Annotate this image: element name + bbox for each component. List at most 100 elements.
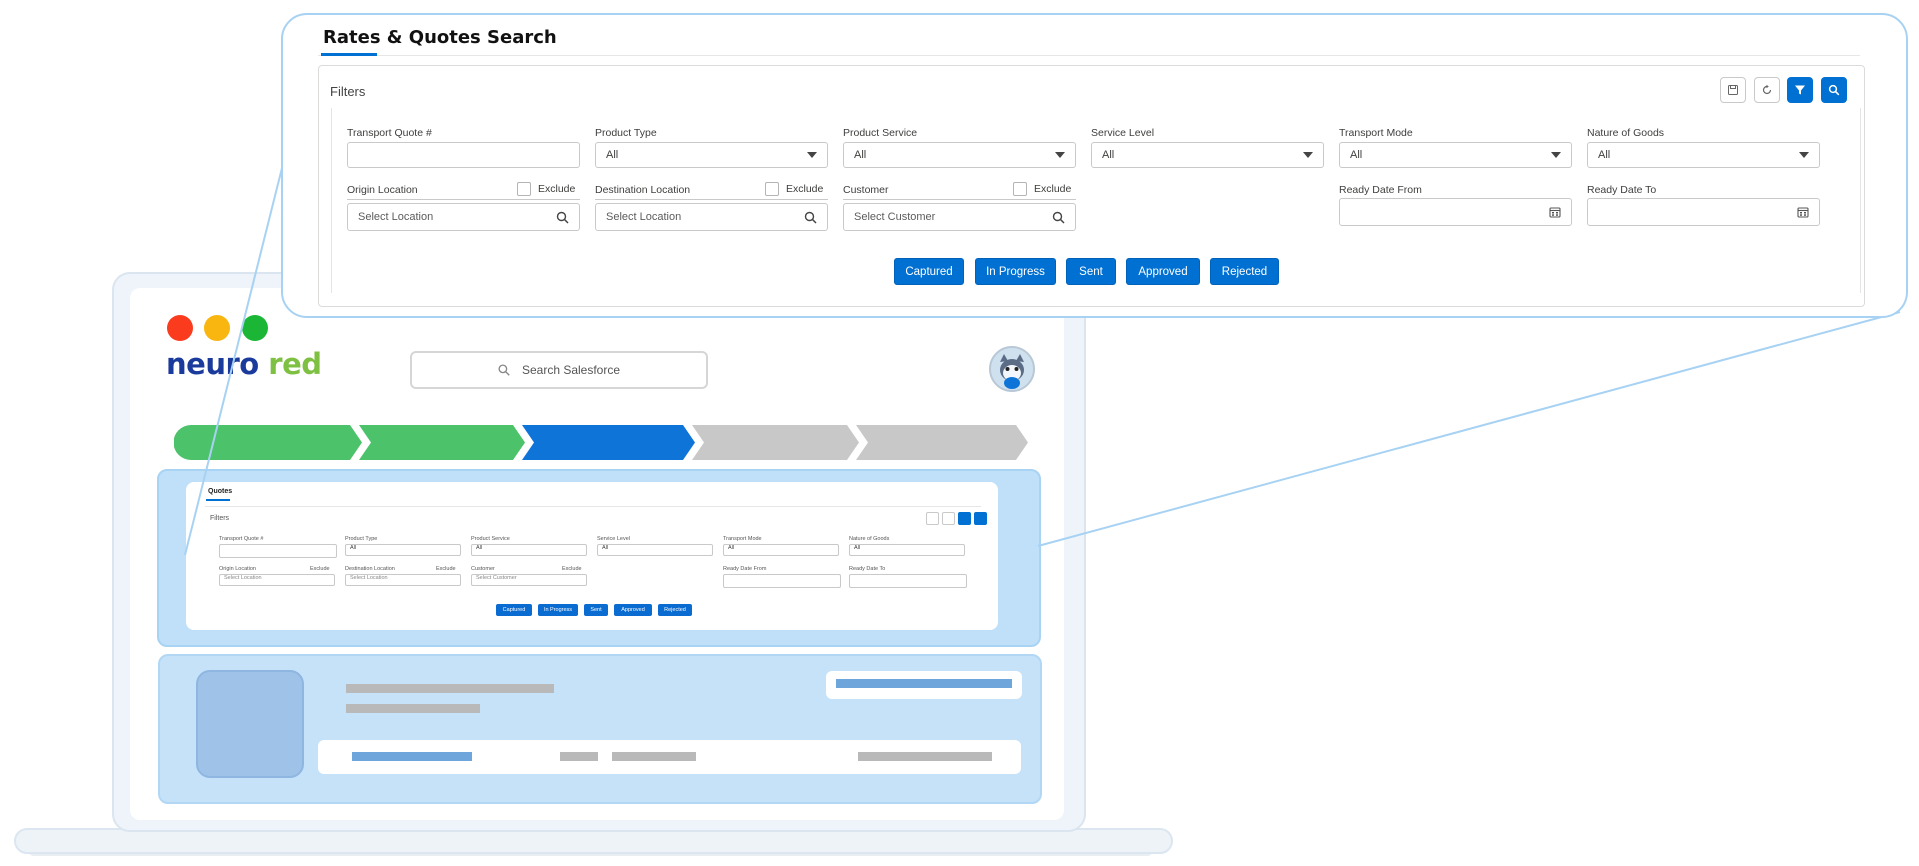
mini-label-customer-exclude: Exclude: [562, 566, 582, 572]
transport-quote-input[interactable]: [347, 142, 580, 168]
transport-quote-label: Transport Quote #: [347, 127, 432, 139]
destination-exclude-toggle[interactable]: Exclude: [765, 182, 823, 196]
mini-field-ready-to: [849, 574, 967, 588]
mini-tab-underline: [206, 499, 230, 501]
progress-step-3: [522, 425, 695, 460]
mini-filter-button: [958, 512, 971, 525]
filter-panel-edge: [1860, 108, 1861, 293]
chevron-down-icon: [1055, 152, 1065, 158]
mini-field-ready-from: [723, 574, 841, 588]
mini-status-sent: Sent: [584, 604, 608, 616]
search-icon: [1052, 211, 1065, 224]
mini-field-customer: Select Customer: [471, 574, 587, 586]
origin-location-label: Origin Location: [347, 184, 418, 196]
page-title: Rates & Quotes Search: [323, 27, 557, 48]
origin-exclude-label: Exclude: [538, 183, 576, 195]
origin-exclude-toggle[interactable]: Exclude: [517, 182, 575, 196]
brand-logo-part1: neuro: [166, 347, 259, 381]
save-icon: [1728, 85, 1738, 95]
transport-mode-select[interactable]: All: [1339, 142, 1572, 168]
mini-label-transport-quote: Transport Quote #: [219, 536, 264, 542]
service-level-label: Service Level: [1091, 127, 1155, 139]
placeholder-line: [560, 752, 598, 761]
title-divider: [318, 55, 1860, 56]
mini-label-ready-to: Ready Date To: [849, 566, 886, 572]
mini-label-ready-from: Ready Date From: [723, 566, 767, 572]
progress-step-1: [174, 425, 362, 460]
funnel-icon: [1795, 85, 1805, 95]
avatar[interactable]: [989, 346, 1035, 392]
customer-placeholder: Select Customer: [854, 211, 936, 223]
calendar-icon[interactable]: [1797, 206, 1809, 218]
product-type-select[interactable]: All: [595, 142, 828, 168]
status-rejected-button[interactable]: Rejected: [1210, 258, 1279, 285]
status-in-progress-button[interactable]: In Progress: [975, 258, 1056, 285]
status-captured-button[interactable]: Captured: [894, 258, 964, 285]
destination-location-input[interactable]: Select Location: [595, 203, 828, 231]
mini-label-transport-mode: Transport Mode: [723, 536, 762, 542]
customer-exclude-toggle[interactable]: Exclude: [1013, 182, 1071, 196]
origin-location-placeholder: Select Location: [358, 211, 434, 223]
mini-field-product-service: All: [471, 544, 587, 556]
mini-label-product-service: Product Service: [471, 536, 510, 542]
mini-field-service-level: All: [597, 544, 713, 556]
ready-date-from-input[interactable]: [1339, 198, 1572, 226]
mini-field-transport-mode: All: [723, 544, 839, 556]
destination-exclude-label: Exclude: [786, 183, 824, 195]
global-search-placeholder: Search Salesforce: [521, 363, 621, 377]
search-button[interactable]: [1821, 77, 1847, 103]
origin-location-input[interactable]: Select Location: [347, 203, 580, 231]
window-minimize-dot: [204, 315, 230, 341]
product-type-value: All: [606, 149, 619, 161]
nature-of-goods-select[interactable]: All: [1587, 142, 1820, 168]
mini-label-origin: Origin Location: [219, 566, 256, 572]
mini-refresh-button: [942, 512, 955, 525]
brand-logo-part2: red: [258, 347, 322, 381]
mini-status-captured: Captured: [496, 604, 532, 616]
product-service-value: All: [854, 149, 867, 161]
mini-field-product-type: All: [345, 544, 461, 556]
window-maximize-dot: [242, 315, 268, 341]
mini-field-transport-quote: [219, 544, 337, 558]
placeholder-image: [196, 670, 304, 778]
calendar-icon[interactable]: [1549, 206, 1561, 218]
refresh-button[interactable]: [1754, 77, 1780, 103]
product-service-label: Product Service: [843, 127, 918, 139]
ready-date-to-label: Ready Date To: [1587, 184, 1657, 196]
progress-step-4: [692, 425, 859, 460]
status-sent-button[interactable]: Sent: [1066, 258, 1116, 285]
mini-status-rejected: Rejected: [658, 604, 692, 616]
nature-of-goods-value: All: [1598, 149, 1611, 161]
product-service-select[interactable]: All: [843, 142, 1076, 168]
filter-button[interactable]: [1787, 77, 1813, 103]
customer-exclude-checkbox[interactable]: [1013, 182, 1027, 196]
status-approved-button[interactable]: Approved: [1126, 258, 1200, 285]
mini-label-destination-exclude: Exclude: [436, 566, 456, 572]
placeholder-line: [346, 704, 480, 713]
save-button[interactable]: [1720, 77, 1746, 103]
destination-exclude-checkbox[interactable]: [765, 182, 779, 196]
global-search-bar[interactable]: Search Salesforce: [410, 351, 708, 389]
destination-location-placeholder: Select Location: [606, 211, 682, 223]
mini-filters-label: Filters: [210, 515, 230, 522]
active-tab-underline: [321, 53, 377, 56]
service-level-select[interactable]: All: [1091, 142, 1324, 168]
placeholder-line: [352, 752, 472, 761]
customer-label-divider: [843, 199, 1076, 200]
mini-field-origin: Select Location: [219, 574, 335, 586]
ready-date-to-input[interactable]: [1587, 198, 1820, 226]
placeholder-line: [612, 752, 696, 761]
mini-field-nature-of-goods: All: [849, 544, 965, 556]
customer-input[interactable]: Select Customer: [843, 203, 1076, 231]
brand-logo: neuro red: [166, 347, 322, 381]
mini-label-product-type: Product Type: [345, 536, 378, 542]
filters-label: Filters: [330, 84, 366, 99]
mini-label-origin-exclude: Exclude: [310, 566, 330, 572]
refresh-icon: [1762, 84, 1772, 95]
mini-label-nature-of-goods: Nature of Goods: [849, 536, 890, 542]
window-close-dot: [167, 315, 193, 341]
nature-of-goods-label: Nature of Goods: [1587, 127, 1665, 139]
origin-exclude-checkbox[interactable]: [517, 182, 531, 196]
progress-step-5: [856, 425, 1028, 460]
origin-label-divider: [347, 199, 580, 200]
